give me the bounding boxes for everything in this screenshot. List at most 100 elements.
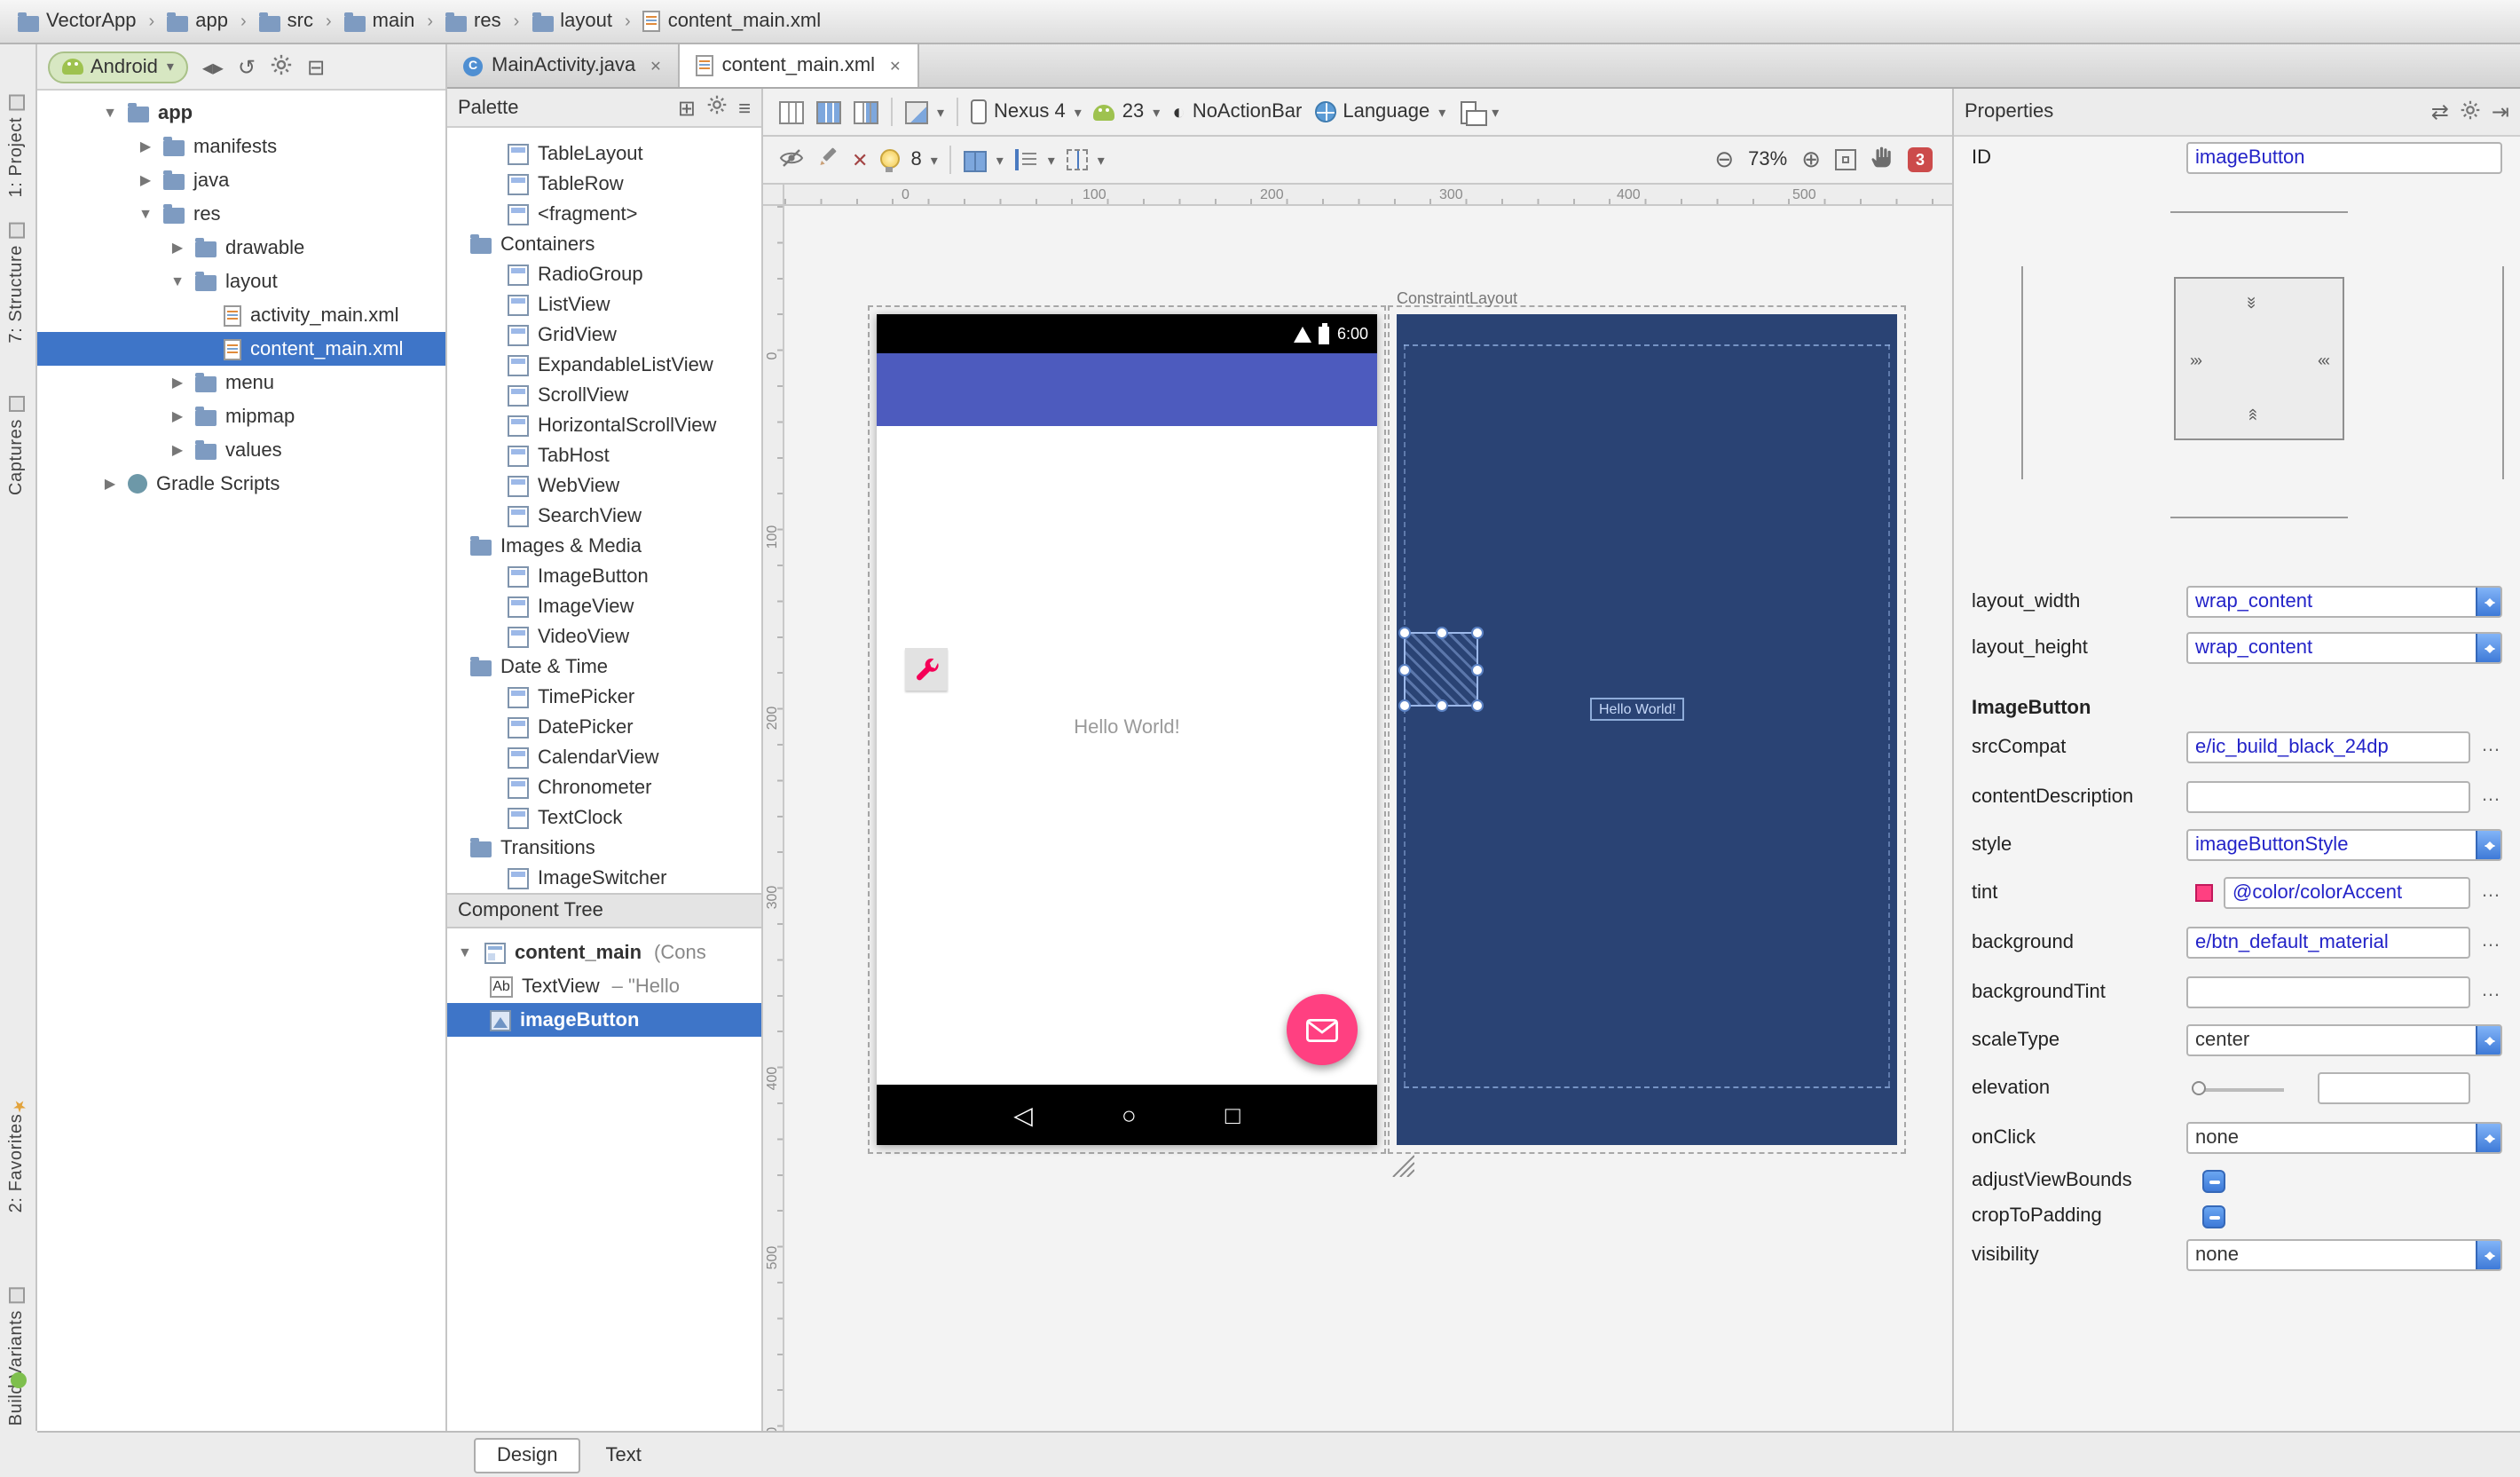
breadcrumb-item[interactable]: res ›: [442, 11, 528, 32]
blueprint-textview[interactable]: Hello World!: [1590, 698, 1685, 721]
palette-item[interactable]: TableRow: [447, 169, 761, 199]
palette-item[interactable]: ScrollView: [447, 380, 761, 410]
palette-item[interactable]: TimePicker: [447, 682, 761, 712]
theme-selector[interactable]: ◐ NoActionBar: [1172, 99, 1302, 124]
palette-category[interactable]: Images & Media: [447, 531, 761, 561]
settings-gear-icon[interactable]: [706, 94, 728, 121]
language-selector[interactable]: Language ▾: [1314, 101, 1445, 122]
layout-height-combo[interactable]: wrap_content: [2186, 632, 2502, 664]
constraint-widget-box[interactable]: ››› ››› ››› ‹‹‹: [2174, 277, 2344, 440]
back-icon[interactable]: ◁: [1013, 1100, 1033, 1130]
chevron-expanded-icon[interactable]: ▼: [137, 206, 154, 222]
palette-view-mode-icon[interactable]: ⊞: [678, 97, 696, 118]
chevron-expanded-icon[interactable]: ▼: [101, 105, 119, 121]
visibility-combo[interactable]: none: [2186, 1239, 2502, 1271]
tree-row-values[interactable]: ▶ values: [37, 433, 445, 467]
more-button[interactable]: …: [2481, 881, 2502, 902]
palette-item[interactable]: ListView: [447, 289, 761, 320]
orientation-selector[interactable]: ▾: [1458, 100, 1499, 125]
palette-category[interactable]: Transitions: [447, 833, 761, 863]
align-button[interactable]: ▾: [1015, 149, 1055, 170]
stepper-icon[interactable]: [2476, 634, 2500, 662]
palette-item[interactable]: RadioGroup: [447, 259, 761, 289]
tree-row-menu[interactable]: ▶ menu: [37, 366, 445, 399]
tree-row-manifests[interactable]: ▶ manifests: [37, 130, 445, 163]
component-row-root[interactable]: ▼ content_main (Cons: [447, 936, 761, 969]
palette-item[interactable]: GridView: [447, 320, 761, 350]
palette-category[interactable]: Date & Time: [447, 652, 761, 682]
sort-icon[interactable]: ≡: [738, 97, 751, 118]
chevron-collapsed-icon[interactable]: ▶: [169, 442, 186, 458]
fab-button[interactable]: [1287, 994, 1358, 1065]
error-count-badge[interactable]: 3: [1908, 147, 1933, 172]
palette-item[interactable]: <fragment>: [447, 199, 761, 229]
recents-icon[interactable]: □: [1225, 1101, 1240, 1129]
chevron-collapsed-icon[interactable]: ▶: [169, 408, 186, 424]
advanced-properties-icon[interactable]: ⇥: [2492, 101, 2509, 122]
chevron-collapsed-icon[interactable]: ▶: [137, 172, 154, 188]
chevron-expanded-icon[interactable]: ▼: [458, 944, 476, 960]
stepper-icon[interactable]: [2476, 588, 2500, 616]
tree-row-content-main[interactable]: content_main.xml: [37, 332, 445, 366]
settings-gear-icon[interactable]: [270, 52, 293, 81]
resize-handle[interactable]: [1398, 699, 1411, 712]
split-view-icon[interactable]: [854, 100, 878, 123]
palette-item[interactable]: SearchView: [447, 501, 761, 531]
stepper-icon[interactable]: [2476, 1241, 2500, 1269]
tool-window-button-project[interactable]: 1: Project: [7, 94, 27, 198]
zoom-to-fit-icon[interactable]: [1835, 149, 1856, 170]
top-constraint-icon[interactable]: ›››: [2243, 296, 2261, 307]
scaletype-combo[interactable]: center: [2186, 1024, 2502, 1056]
guidelines-button[interactable]: ▾: [1067, 149, 1105, 170]
chevron-collapsed-icon[interactable]: ▶: [137, 138, 154, 154]
close-icon[interactable]: ✕: [650, 58, 661, 74]
tool-window-button-structure[interactable]: 7: Structure: [7, 222, 27, 344]
stepper-icon[interactable]: [2476, 831, 2500, 859]
imagebutton-widget[interactable]: [905, 648, 948, 691]
backgroundtint-field[interactable]: [2186, 976, 2470, 1008]
chevron-expanded-icon[interactable]: ▼: [169, 273, 186, 289]
palette-item[interactable]: CalendarView: [447, 742, 761, 772]
layout-width-combo[interactable]: wrap_content: [2186, 586, 2502, 618]
palette-item[interactable]: TabHost: [447, 440, 761, 470]
design-view-icon[interactable]: [779, 100, 804, 123]
breadcrumb-item[interactable]: main ›: [341, 11, 442, 32]
breadcrumb-item[interactable]: content_main.xml: [640, 11, 824, 32]
palette-item[interactable]: ImageSwitcher: [447, 863, 761, 893]
resize-handle[interactable]: [1436, 699, 1448, 712]
text-tab[interactable]: Text: [585, 1437, 663, 1473]
right-constraint-icon[interactable]: ‹‹‹: [2318, 351, 2330, 369]
design-surface-phone[interactable]: 6:00 Hello World! ◁ ○ □: [877, 314, 1377, 1145]
left-constraint-icon[interactable]: ›››: [2190, 351, 2202, 369]
croptopadding-checkbox[interactable]: [2202, 1205, 2225, 1228]
component-row-imagebutton[interactable]: imageButton: [447, 1003, 761, 1037]
stepper-icon[interactable]: [2476, 1124, 2500, 1152]
palette-item[interactable]: ImageButton: [447, 561, 761, 591]
zoom-in-icon[interactable]: ⊕: [1801, 147, 1821, 170]
resize-handle[interactable]: [1436, 627, 1448, 639]
tree-row-gradle-scripts[interactable]: ▶ Gradle Scripts: [37, 467, 445, 501]
palette-item[interactable]: TableLayout: [447, 138, 761, 169]
tint-field[interactable]: @color/colorAccent: [2224, 877, 2470, 909]
tree-row-drawable[interactable]: ▶ drawable: [37, 231, 445, 265]
chevron-collapsed-icon[interactable]: ▶: [169, 240, 186, 256]
onclick-combo[interactable]: none: [2186, 1122, 2502, 1154]
refresh-icon[interactable]: ↺: [238, 56, 256, 77]
more-button[interactable]: …: [2481, 785, 2502, 806]
palette-item[interactable]: TextClock: [447, 802, 761, 833]
palette-item[interactable]: Chronometer: [447, 772, 761, 802]
resize-handle[interactable]: [1398, 664, 1411, 676]
tree-row-app[interactable]: ▼ app: [37, 96, 445, 130]
autoconnect-icon[interactable]: [816, 146, 839, 174]
style-combo[interactable]: imageButtonStyle: [2186, 829, 2502, 861]
blueprint-surface[interactable]: Hello World!: [1397, 314, 1897, 1145]
color-swatch[interactable]: [2195, 884, 2213, 902]
zoom-out-icon[interactable]: ⊖: [1714, 147, 1734, 170]
default-margin-button[interactable]: 8 ▾: [910, 149, 937, 170]
resize-handle[interactable]: [1471, 627, 1484, 639]
left-anchor-line[interactable]: [2021, 266, 2023, 479]
android-monitor-icon[interactable]: [11, 1372, 27, 1388]
tool-window-button-build-variants[interactable]: Build Variants: [7, 1287, 27, 1426]
component-row-textview[interactable]: Ab TextView – "Hello: [447, 969, 761, 1003]
show-constraints-icon[interactable]: [779, 146, 804, 173]
